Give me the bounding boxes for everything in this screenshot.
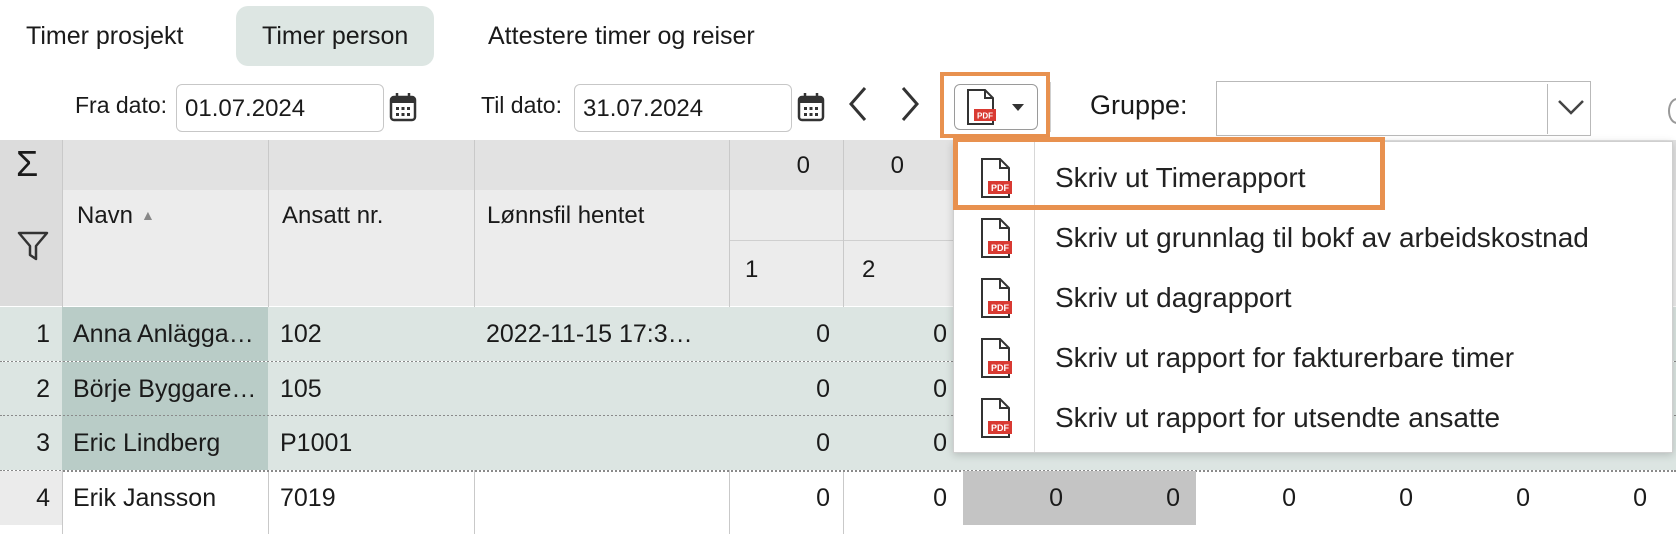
pdf-icon: PDF — [981, 218, 1012, 258]
sum-value: 0 — [796, 152, 810, 179]
chevron-right-icon[interactable] — [895, 84, 925, 124]
cell-day-4: 0 — [1166, 484, 1180, 512]
cell-day-6: 0 — [1399, 484, 1413, 512]
gruppe-divider — [1547, 84, 1548, 134]
til-dato-label: Til dato: — [481, 92, 562, 118]
row-number: 2 — [36, 375, 50, 403]
cell-ansatt: 7019 — [280, 484, 336, 512]
menu-item-dagrapport[interactable]: PDF Skriv ut dagrapport — [954, 268, 1672, 328]
cell-ansatt: 102 — [280, 320, 322, 348]
svg-text:PDF: PDF — [991, 243, 1010, 253]
pdf-icon: PDF — [967, 89, 996, 125]
caret-down-icon — [1012, 104, 1024, 111]
highlight-frame — [953, 137, 1385, 210]
partial-icon — [1668, 98, 1676, 124]
fra-dato-label: Fra dato: — [75, 92, 168, 118]
table-row[interactable]: 4 Erik Jansson 7019 0 0 0 0 0 0 0 0 — [0, 471, 1676, 525]
toolbar-divider — [1050, 82, 1051, 132]
cell-day-2: 0 — [933, 484, 947, 512]
cell-ansatt: 105 — [280, 375, 322, 403]
col-header-navn[interactable]: Navn ▲ — [77, 202, 155, 230]
cell-navn: Erik Jansson — [73, 484, 217, 512]
svg-text:PDF: PDF — [991, 303, 1010, 313]
menu-item-fakturerbare-timer[interactable]: PDF Skriv ut rapport for fakturerbare ti… — [954, 328, 1672, 388]
menu-item-label: Skriv ut rapport for utsendte ansatte — [1055, 402, 1501, 433]
cell-day-3: 0 — [1049, 484, 1063, 512]
row-number: 3 — [36, 429, 50, 457]
chevron-down-icon[interactable] — [1556, 95, 1586, 119]
cell-navn: Börje Byggare… — [73, 375, 257, 403]
cell-navn: Eric Lindberg — [73, 429, 221, 457]
pdf-icon: PDF — [981, 278, 1012, 318]
menu-item-label: Skriv ut dagrapport — [1055, 282, 1292, 313]
cell-day-2: 0 — [933, 429, 947, 457]
tab-timer-person[interactable]: Timer person — [236, 6, 435, 66]
pdf-icon: PDF — [981, 338, 1012, 378]
tab-attestere-timer[interactable]: Attestere timer og reiser — [462, 6, 781, 66]
svg-text:PDF: PDF — [991, 363, 1010, 373]
calendar-icon[interactable] — [389, 92, 417, 122]
svg-text:PDF: PDF — [991, 423, 1010, 433]
cell-lonnsfil: 2022-11-15 17:3… — [486, 320, 693, 348]
col-header-ansatt[interactable]: Ansatt nr. — [282, 202, 383, 230]
fra-dato-input[interactable]: 01.07.2024 — [176, 84, 384, 132]
menu-item-utsendte-ansatte[interactable]: PDF Skriv ut rapport for utsendte ansatt… — [954, 388, 1672, 448]
col-header-navn-label: Navn — [77, 202, 134, 229]
cell-day-1: 0 — [816, 484, 830, 512]
print-pdf-button[interactable]: PDF — [940, 72, 1050, 138]
header-divider — [729, 240, 959, 241]
menu-item-grunnlag-bokf[interactable]: PDF Skriv ut grunnlag til bokf av arbeid… — [954, 208, 1672, 268]
gruppe-label: Gruppe: — [1090, 90, 1188, 120]
cell-day-1: 0 — [816, 320, 830, 348]
gruppe-select[interactable] — [1216, 81, 1591, 136]
sort-asc-icon: ▲ — [141, 207, 155, 223]
cell-day-1: 0 — [816, 429, 830, 457]
calendar-icon[interactable] — [797, 92, 825, 122]
pdf-icon: PDF — [981, 398, 1012, 438]
tab-timer-prosjekt[interactable]: Timer prosjekt — [0, 6, 209, 66]
cell-ansatt: P1001 — [280, 429, 353, 457]
cell-day-2: 0 — [933, 320, 947, 348]
row-number: 1 — [36, 320, 50, 348]
menu-item-label: Skriv ut grunnlag til bokf av arbeidskos… — [1055, 222, 1589, 253]
chevron-left-icon[interactable] — [843, 84, 873, 124]
til-dato-input[interactable]: 31.07.2024 — [574, 84, 792, 132]
cell-day-8: 0 — [1633, 484, 1647, 512]
cell-day-1: 0 — [816, 375, 830, 403]
svg-text:PDF: PDF — [977, 112, 993, 121]
sum-icon: Σ — [16, 143, 39, 184]
filter-icon[interactable] — [17, 230, 49, 262]
col-header-lonnsfil[interactable]: Lønnsfil hentet — [487, 202, 644, 230]
cell-day-7: 0 — [1516, 484, 1530, 512]
menu-item-label: Skriv ut rapport for fakturerbare timer — [1055, 342, 1515, 373]
col-header-day-1[interactable]: 1 — [745, 256, 758, 284]
cell-day-2: 0 — [933, 375, 947, 403]
cell-navn: Anna Anlägga… — [73, 320, 254, 348]
col-header-day-2[interactable]: 2 — [862, 256, 875, 284]
row-number: 4 — [36, 484, 50, 512]
cell-day-5: 0 — [1282, 484, 1296, 512]
sum-value: 0 — [890, 152, 904, 179]
